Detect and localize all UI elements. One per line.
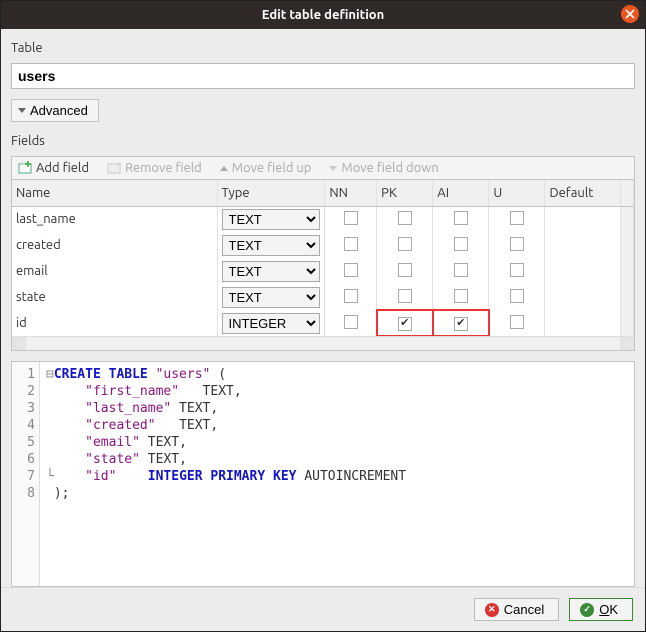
col-ai[interactable]: AI — [433, 180, 489, 206]
checkbox[interactable] — [454, 237, 468, 251]
table-row[interactable]: idINTEGER — [12, 310, 634, 336]
col-name[interactable]: Name — [12, 180, 217, 206]
move-down-button: Move field down — [329, 161, 438, 175]
col-type[interactable]: Type — [217, 180, 325, 206]
table-label: Table — [11, 41, 635, 55]
sql-panel: 12345678 ⊟CREATE TABLE "users" ( "first_… — [11, 361, 635, 587]
checkbox[interactable] — [398, 263, 412, 277]
scrollbar-header — [620, 180, 633, 206]
move-down-label: Move field down — [341, 161, 438, 175]
footer: Cancel OK — [1, 587, 645, 631]
remove-field-button: Remove field — [107, 161, 202, 175]
sql-gutter: 12345678 — [12, 362, 40, 586]
add-field-button[interactable]: Add field — [18, 161, 89, 175]
advanced-label: Advanced — [30, 103, 88, 118]
ok-button[interactable]: OK — [569, 598, 633, 621]
col-u[interactable]: U — [489, 180, 545, 206]
content: Table Advanced Fields Add field — [1, 29, 645, 587]
checkbox[interactable] — [344, 289, 358, 303]
table-row[interactable]: stateTEXT — [12, 284, 634, 310]
checkbox[interactable] — [344, 237, 358, 251]
chevron-down-icon — [18, 108, 26, 113]
table-row[interactable]: createdTEXT — [12, 232, 634, 258]
cancel-label: Cancel — [504, 602, 544, 617]
move-up-label: Move field up — [232, 161, 312, 175]
fields-grid: Name Type NN PK AI U Default last_nameTE… — [12, 179, 634, 350]
default-cell[interactable] — [545, 206, 621, 232]
checkbox[interactable] — [398, 317, 412, 331]
header-row: Name Type NN PK AI U Default — [12, 180, 634, 206]
checkbox[interactable] — [344, 263, 358, 277]
type-select[interactable]: TEXT — [222, 287, 321, 308]
checkbox[interactable] — [454, 211, 468, 225]
checkbox[interactable] — [454, 317, 468, 331]
field-name[interactable]: created — [12, 232, 217, 258]
window-title: Edit table definition — [262, 8, 385, 22]
table-row[interactable]: last_nameTEXT — [12, 206, 634, 232]
close-icon[interactable] — [621, 5, 639, 23]
titlebar: Edit table definition — [1, 1, 645, 29]
field-name[interactable]: id — [12, 310, 217, 336]
checkbox[interactable] — [344, 315, 358, 329]
ok-icon — [580, 603, 594, 617]
arrow-down-icon — [329, 166, 337, 171]
col-default[interactable]: Default — [545, 180, 621, 206]
type-select[interactable]: INTEGER — [222, 313, 321, 334]
default-cell[interactable] — [545, 232, 621, 258]
checkbox[interactable] — [398, 237, 412, 251]
horizontal-scrollbar[interactable] — [12, 336, 634, 350]
cancel-button[interactable]: Cancel — [474, 598, 559, 621]
checkbox[interactable] — [398, 211, 412, 225]
checkbox[interactable] — [510, 263, 524, 277]
type-select[interactable]: TEXT — [222, 209, 321, 230]
checkbox[interactable] — [510, 289, 524, 303]
checkbox[interactable] — [510, 237, 524, 251]
sql-code[interactable]: ⊟CREATE TABLE "users" ( "first_name" TEX… — [40, 362, 634, 586]
cancel-icon — [485, 603, 499, 617]
add-field-label: Add field — [36, 161, 89, 175]
window: Edit table definition Table Advanced Fie… — [0, 0, 646, 632]
col-nn[interactable]: NN — [325, 180, 377, 206]
fields-toolbar: Add field Remove field Move field up Mov… — [12, 157, 634, 179]
default-cell[interactable] — [545, 284, 621, 310]
arrow-up-icon — [220, 166, 228, 171]
fields-panel: Add field Remove field Move field up Mov… — [11, 156, 635, 351]
field-name[interactable]: last_name — [12, 206, 217, 232]
checkbox[interactable] — [344, 211, 358, 225]
checkbox[interactable] — [398, 289, 412, 303]
fields-label: Fields — [11, 134, 635, 148]
col-pk[interactable]: PK — [377, 180, 433, 206]
move-up-button: Move field up — [220, 161, 312, 175]
field-name[interactable]: email — [12, 258, 217, 284]
remove-icon — [107, 161, 121, 175]
default-cell[interactable] — [545, 258, 621, 284]
ok-label: OK — [599, 602, 618, 617]
advanced-button[interactable]: Advanced — [11, 99, 99, 122]
checkbox[interactable] — [454, 289, 468, 303]
default-cell[interactable] — [545, 310, 621, 336]
field-name[interactable]: state — [12, 284, 217, 310]
table-row[interactable]: emailTEXT — [12, 258, 634, 284]
type-select[interactable]: TEXT — [222, 261, 321, 282]
type-select[interactable]: TEXT — [222, 235, 321, 256]
checkbox[interactable] — [510, 315, 524, 329]
add-icon — [18, 161, 32, 175]
checkbox[interactable] — [454, 263, 468, 277]
table-name-input[interactable] — [11, 63, 635, 89]
checkbox[interactable] — [510, 211, 524, 225]
remove-field-label: Remove field — [125, 161, 202, 175]
